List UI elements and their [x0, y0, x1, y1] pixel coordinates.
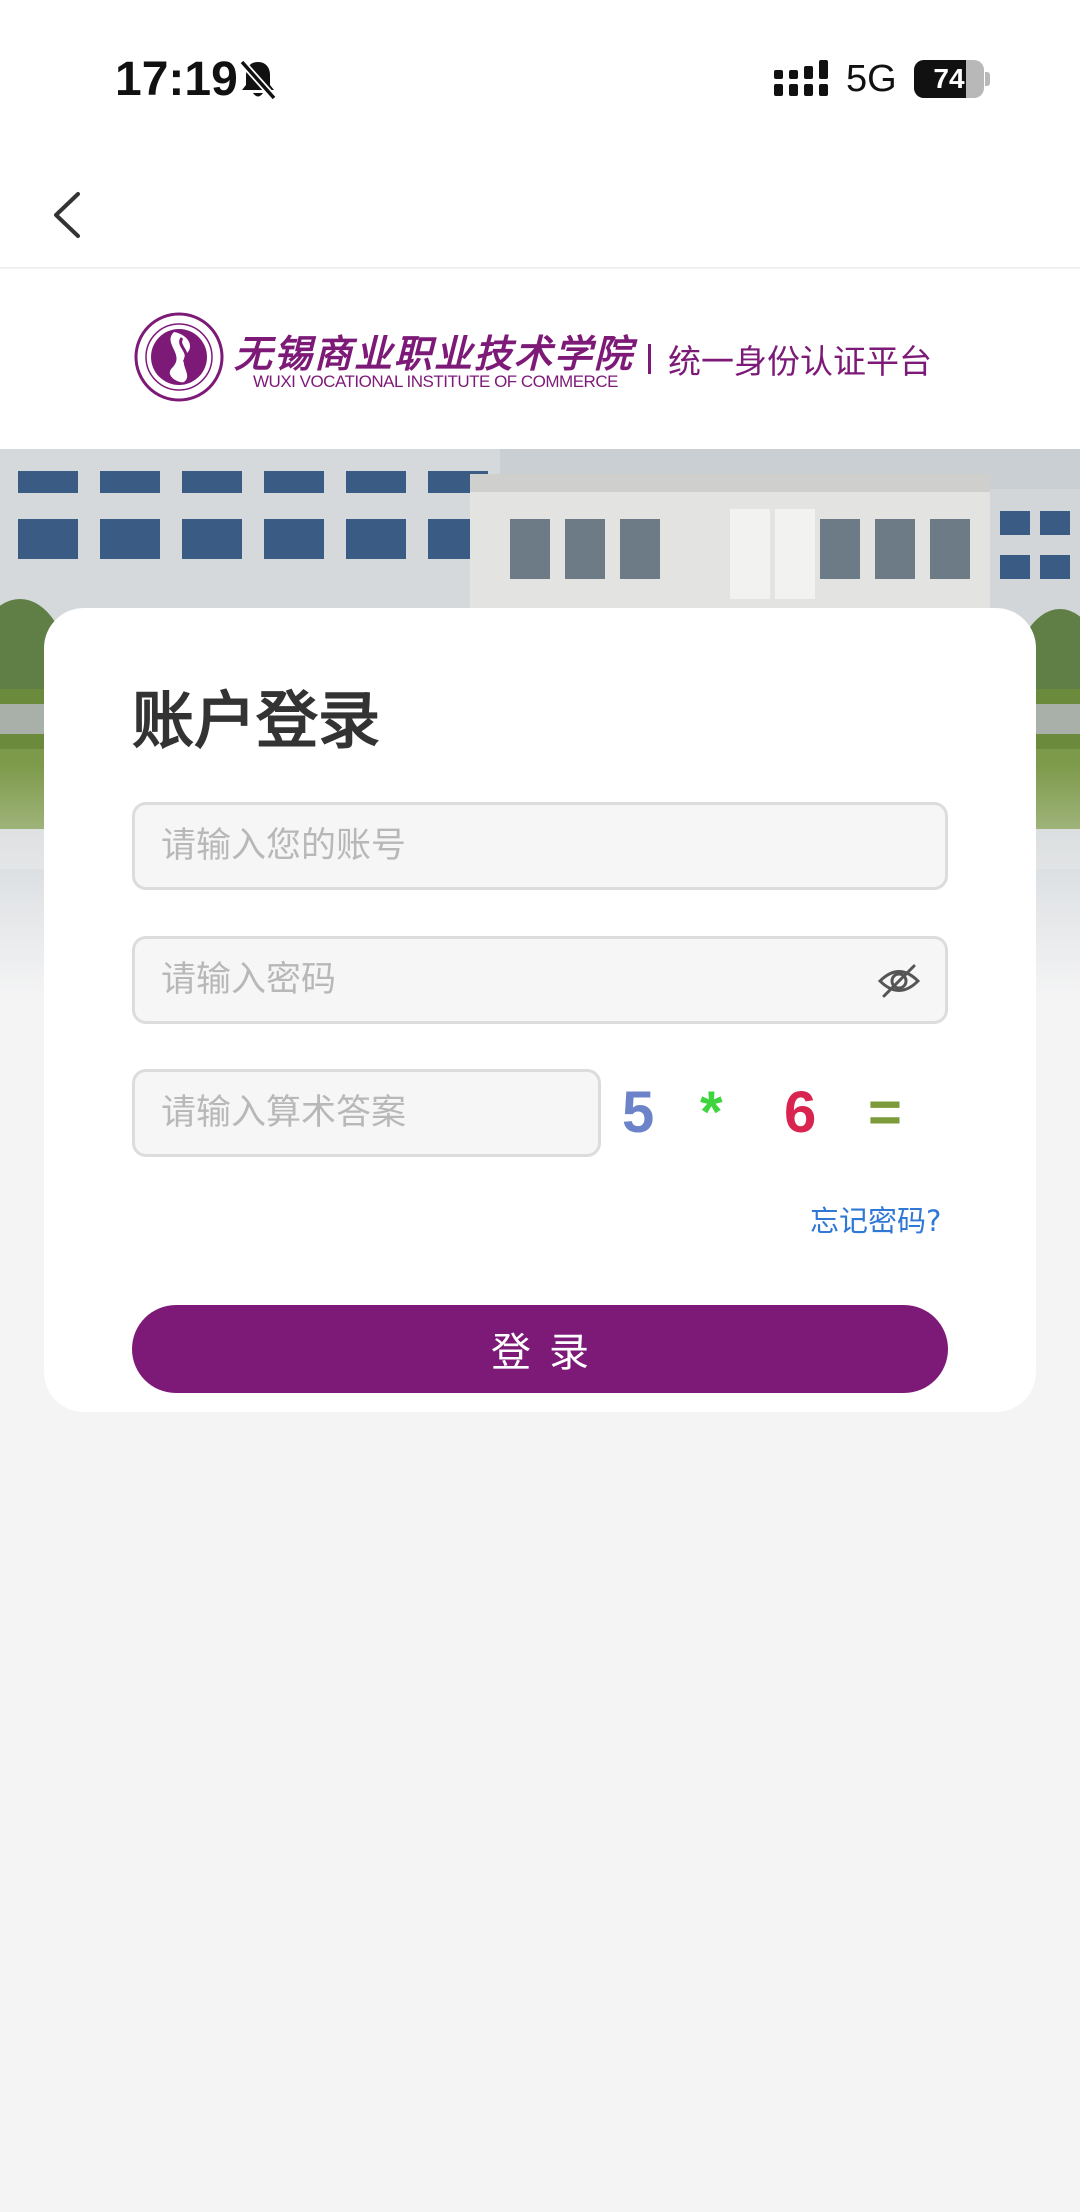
captcha-char-4: = — [868, 1080, 902, 1145]
battery-level: 74 — [933, 63, 965, 94]
forgot-password-link[interactable]: 忘记密码? — [810, 1198, 941, 1240]
captcha-image[interactable]: 5 * 6 = — [618, 1069, 948, 1157]
battery-icon: 74 — [914, 60, 990, 98]
logo-header: 无锡商业职业技术学院 WUXI VOCATIONAL INSTITUTE OF … — [0, 269, 1080, 449]
captcha-char-2: * — [700, 1080, 723, 1145]
login-card: 账户登录 5 * 6 = 忘记密码? 登录 — [44, 608, 1036, 1412]
chevron-left-icon[interactable] — [38, 180, 98, 250]
signal-icon — [774, 60, 828, 96]
captcha-char-1: 5 — [622, 1080, 655, 1145]
account-input[interactable] — [132, 802, 948, 890]
header-divider — [648, 344, 651, 374]
login-title: 账户登录 — [132, 684, 381, 757]
eye-off-icon[interactable] — [876, 958, 922, 1004]
school-seal-logo — [134, 312, 224, 402]
status-time: 17:19 — [115, 53, 238, 106]
platform-name: 统一身份认证平台 — [668, 342, 932, 381]
status-bar: 17:19 5G 74 — [0, 0, 1080, 160]
captcha-char-3: 6 — [784, 1080, 817, 1145]
password-input[interactable] — [132, 936, 948, 1024]
school-name-cn: 无锡商业职业技术学院 — [234, 331, 635, 376]
bell-muted-icon — [239, 59, 277, 101]
captcha-input[interactable] — [132, 1069, 601, 1157]
nav-bar — [0, 160, 1080, 268]
login-button[interactable]: 登录 — [132, 1305, 948, 1393]
network-type: 5G — [846, 58, 897, 100]
school-name-en: WUXI VOCATIONAL INSTITUTE OF COMMERCE — [253, 372, 618, 391]
